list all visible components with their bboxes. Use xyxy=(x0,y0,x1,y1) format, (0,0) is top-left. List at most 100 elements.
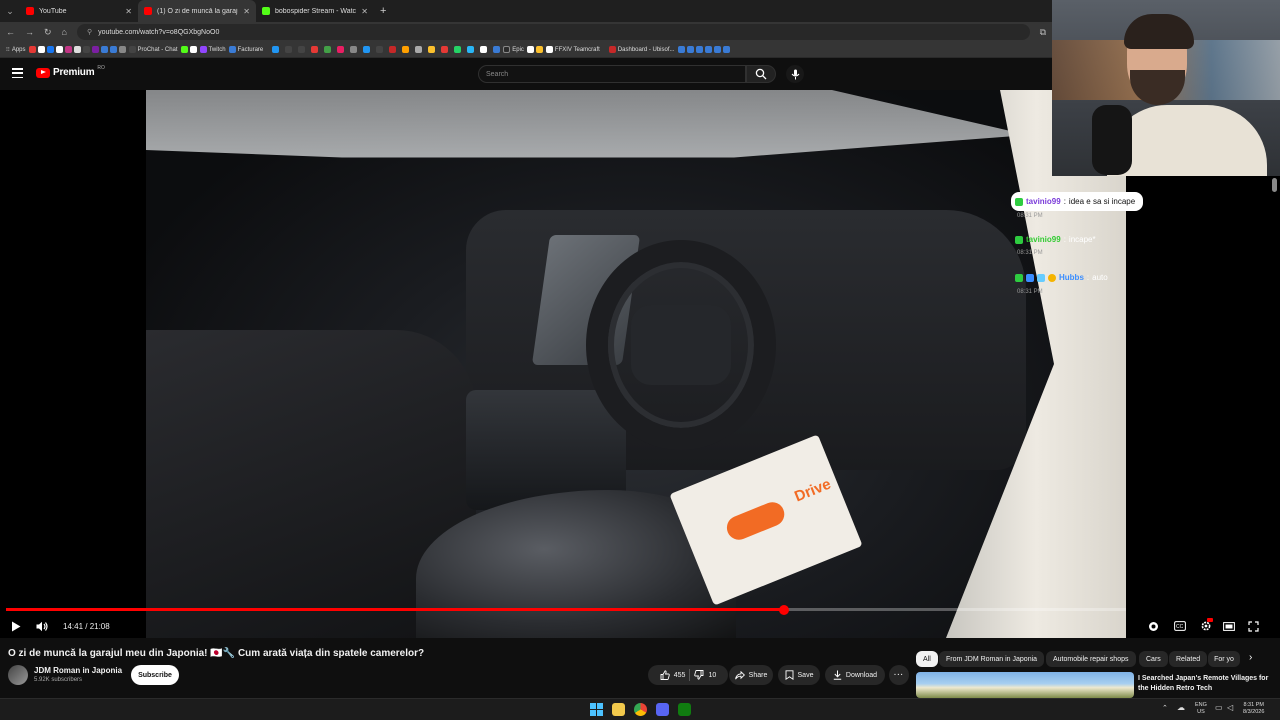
browser-tab-kick-stream[interactable]: bobospider Stream - Watch Li ✕ xyxy=(256,0,374,22)
bookmark-favicon-icon[interactable] xyxy=(722,46,730,53)
close-tab-icon[interactable]: ✕ xyxy=(243,7,250,16)
browser-tab-video[interactable]: (1) O zi de muncă la garajul me ✕ xyxy=(138,0,256,22)
clock[interactable]: 8:31 PM 8/3/2026 xyxy=(1243,702,1264,716)
bookmark-favicon-icon[interactable] xyxy=(686,46,694,53)
bookmark-favicon-icon[interactable] xyxy=(363,46,371,53)
bookmark-twitch[interactable]: Twitch xyxy=(199,46,226,53)
bookmark-favicon-icon[interactable] xyxy=(704,46,712,53)
bookmark-favicon-icon[interactable] xyxy=(350,46,358,53)
bookmark-ffxiv-teamcraft[interactable]: FFXIV Teamcraft xyxy=(545,46,600,53)
share-button[interactable]: Share xyxy=(729,665,773,685)
menu-icon[interactable] xyxy=(12,68,23,78)
subscribe-button[interactable]: Subscribe xyxy=(131,665,179,685)
bookmark-facturare[interactable]: Facturare xyxy=(228,46,263,53)
cloud-icon[interactable]: ☁ xyxy=(1177,704,1185,712)
bookmark-dashboard-ubisoft[interactable]: Dashboard - Ubisof... xyxy=(608,46,675,53)
autoplay-toggle[interactable] xyxy=(1147,618,1159,634)
bookmark-favicon-icon[interactable] xyxy=(64,46,72,53)
bookmark-favicon-icon[interactable] xyxy=(91,46,99,53)
save-button[interactable]: Save xyxy=(778,665,820,685)
youtube-premium-logo[interactable]: Premium RO xyxy=(36,65,105,78)
bookmark-favicon-icon[interactable] xyxy=(389,46,397,53)
subtitles-button[interactable]: CC xyxy=(1173,618,1187,634)
fullscreen-button[interactable] xyxy=(1246,618,1260,634)
new-tab-button[interactable]: + xyxy=(374,5,392,17)
bookmark-favicon-icon[interactable] xyxy=(298,46,306,53)
forward-icon[interactable]: → xyxy=(25,27,34,37)
bookmark-favicon-icon[interactable] xyxy=(467,46,475,53)
bookmark-epic[interactable]: Epic xyxy=(503,46,524,53)
network-icon[interactable]: ▭ xyxy=(1215,704,1223,712)
bookmark-favicon-icon[interactable] xyxy=(454,46,462,53)
browser-tab-youtube[interactable]: YouTube ✕ xyxy=(20,0,138,22)
start-button[interactable] xyxy=(590,703,603,716)
scrubber-handle[interactable] xyxy=(779,604,790,615)
bookmark-prochat[interactable]: ProChat - Chat xyxy=(128,46,178,53)
bookmark-favicon-icon[interactable] xyxy=(337,46,345,53)
tray-overflow-icon[interactable]: ⌃ xyxy=(1162,705,1168,712)
discord-icon[interactable] xyxy=(656,703,669,716)
bookmark-favicon-icon[interactable] xyxy=(73,46,81,53)
search-button[interactable] xyxy=(746,65,776,83)
bookmark-favicon-icon[interactable] xyxy=(480,46,488,53)
reload-icon[interactable]: ↻ xyxy=(44,27,52,38)
bookmark-favicon-icon[interactable] xyxy=(695,46,703,53)
video-frame[interactable]: Drive xyxy=(146,90,1126,638)
url-field[interactable]: ⚲ youtube.com/watch?v=o8QGXbgNoO0 xyxy=(76,24,1030,40)
bookmark-favicon-icon[interactable] xyxy=(493,46,501,53)
bookmark-favicon-icon[interactable] xyxy=(713,46,721,53)
extensions-icon[interactable]: ⧉ xyxy=(1040,27,1046,38)
xbox-icon[interactable] xyxy=(678,703,691,716)
bookmark-favicon-icon[interactable] xyxy=(180,46,188,53)
recommended-video-thumbnail[interactable] xyxy=(916,672,1134,698)
bookmark-favicon-icon[interactable] xyxy=(272,46,280,53)
bookmark-favicon-icon[interactable] xyxy=(376,46,384,53)
chip-automobile-repair-shops[interactable]: Automobile repair shops xyxy=(1046,651,1136,667)
chip-for-you[interactable]: For yo xyxy=(1208,651,1240,667)
download-button[interactable]: Download xyxy=(825,665,885,685)
chrome-icon[interactable] xyxy=(634,703,647,716)
bookmark-favicon-icon[interactable] xyxy=(189,46,197,53)
bookmark-favicon-icon[interactable] xyxy=(285,46,293,53)
close-tab-icon[interactable]: ✕ xyxy=(361,7,368,16)
file-explorer-icon[interactable] xyxy=(612,703,625,716)
bookmark-favicon-icon[interactable] xyxy=(37,46,45,53)
bookmark-favicon-icon[interactable] xyxy=(324,46,332,53)
home-icon[interactable]: ⌂ xyxy=(62,27,67,37)
bookmark-favicon-icon[interactable] xyxy=(109,46,117,53)
bookmark-favicon-icon[interactable] xyxy=(428,46,436,53)
close-tab-icon[interactable]: ✕ xyxy=(125,7,132,16)
bookmark-favicon-icon[interactable] xyxy=(677,46,685,53)
bookmark-favicon-icon[interactable] xyxy=(526,46,534,53)
chip-cars[interactable]: Cars xyxy=(1139,651,1168,667)
bookmark-favicon-icon[interactable] xyxy=(535,46,543,53)
bookmark-favicon-icon[interactable] xyxy=(82,46,90,53)
theater-mode-button[interactable] xyxy=(1222,618,1236,634)
bookmark-favicon-icon[interactable] xyxy=(55,46,63,53)
language-indicator[interactable]: ENG US xyxy=(1195,702,1207,716)
chip-related[interactable]: Related xyxy=(1169,651,1208,667)
site-info-icon[interactable]: ⚲ xyxy=(87,28,92,36)
more-actions-button[interactable]: ··· xyxy=(889,665,909,685)
volume-tray-icon[interactable]: ◁ xyxy=(1227,704,1233,712)
bookmark-apps[interactable]: ⁝⁝ Apps xyxy=(6,46,26,54)
bookmark-favicon-icon[interactable] xyxy=(311,46,319,53)
chips-next-chevron-icon[interactable]: › xyxy=(1249,652,1252,663)
mute-button[interactable] xyxy=(35,618,49,634)
play-button[interactable] xyxy=(9,618,23,634)
chip-from-channel[interactable]: From JDM Roman in Japonia xyxy=(939,651,1045,667)
bookmark-favicon-icon[interactable] xyxy=(100,46,108,53)
progress-bar[interactable] xyxy=(6,604,1126,615)
bookmark-favicon-icon[interactable] xyxy=(46,46,54,53)
settings-button[interactable] xyxy=(1198,618,1214,634)
page-scrollbar-thumb[interactable] xyxy=(1272,178,1277,192)
search-input[interactable]: Search xyxy=(478,65,746,83)
bookmark-favicon-icon[interactable] xyxy=(441,46,449,53)
bookmark-favicon-icon[interactable] xyxy=(28,46,36,53)
dislike-button[interactable]: 10 xyxy=(694,670,716,680)
back-icon[interactable]: ← xyxy=(6,27,15,37)
bookmark-favicon-icon[interactable] xyxy=(402,46,410,53)
chip-all[interactable]: All xyxy=(916,651,938,667)
recommended-video-title[interactable]: I Searched Japan's Remote Villages for t… xyxy=(1138,674,1278,694)
voice-search-button[interactable] xyxy=(786,65,804,83)
